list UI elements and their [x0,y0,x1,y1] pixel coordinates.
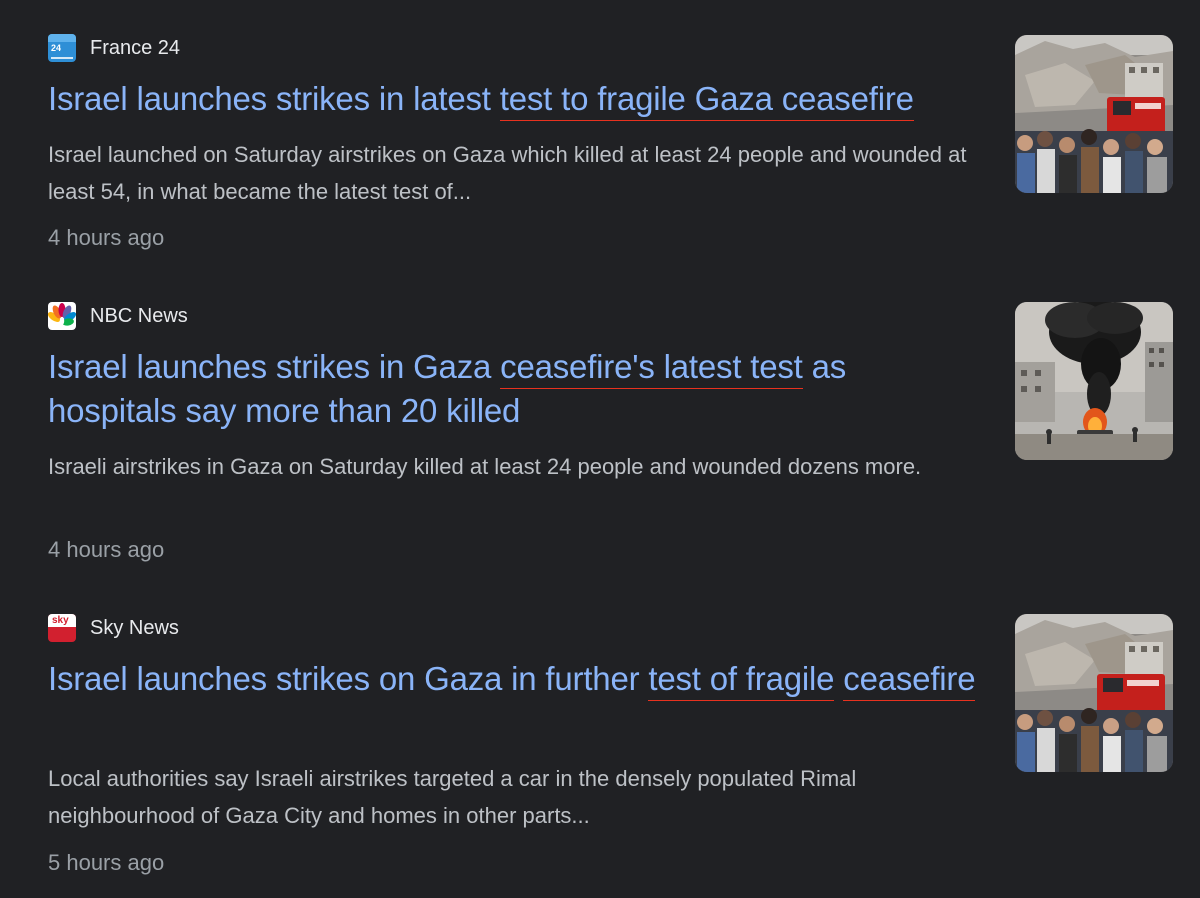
headline-link[interactable]: Israel launches strikes on Gaza in furth… [48,657,978,701]
snippet: Israel launched on Saturday airstrikes o… [48,142,967,204]
headline-text: Israel launches strikes on Gaza in furth… [48,660,649,697]
favicon-text: sky [52,615,69,626]
rubble-crowd-photo [1015,614,1173,772]
headline-highlight: ceasefire [843,660,976,701]
headline-link[interactable]: Israel launches strikes in Gaza ceasefir… [48,345,978,433]
headline-highlight: test of fragile [648,660,834,701]
source-name: NBC News [90,305,188,327]
burning-vehicle-smoke-photo [1015,302,1173,460]
thumbnail-image[interactable] [1015,302,1173,460]
source-row[interactable]: 24 France 24 [48,34,180,62]
thumbnail-image[interactable] [1015,35,1173,193]
headline-highlight: test to fragile Gaza ceasefire [499,80,914,121]
favicon-text: 24 [51,43,62,53]
timestamp: 4 hours ago [48,537,165,562]
source-name: Sky News [90,617,179,639]
france24-icon: 24 [48,34,76,62]
timestamp: 4 hours ago [48,225,165,250]
snippet: Local authorities say Israeli airstrikes… [48,766,857,828]
headline-highlight: ceasefire's latest test [500,348,803,389]
sky-news-icon: sky [48,614,76,642]
source-row[interactable]: NBC News [48,302,188,330]
headline-text: Israel launches strikes in latest [48,80,500,117]
headline-text: Israel launches strikes in Gaza [48,348,501,385]
source-row[interactable]: sky Sky News [48,614,179,642]
thumbnail-image[interactable] [1015,614,1173,772]
headline-link[interactable]: Israel launches strikes in latest test t… [48,77,978,121]
rubble-crowd-photo [1015,35,1173,193]
nbc-peacock-icon [48,302,76,330]
source-name: France 24 [90,37,181,59]
headline-text [834,660,843,697]
snippet: Israeli airstrikes in Gaza on Saturday k… [48,454,922,479]
timestamp: 5 hours ago [48,850,165,875]
